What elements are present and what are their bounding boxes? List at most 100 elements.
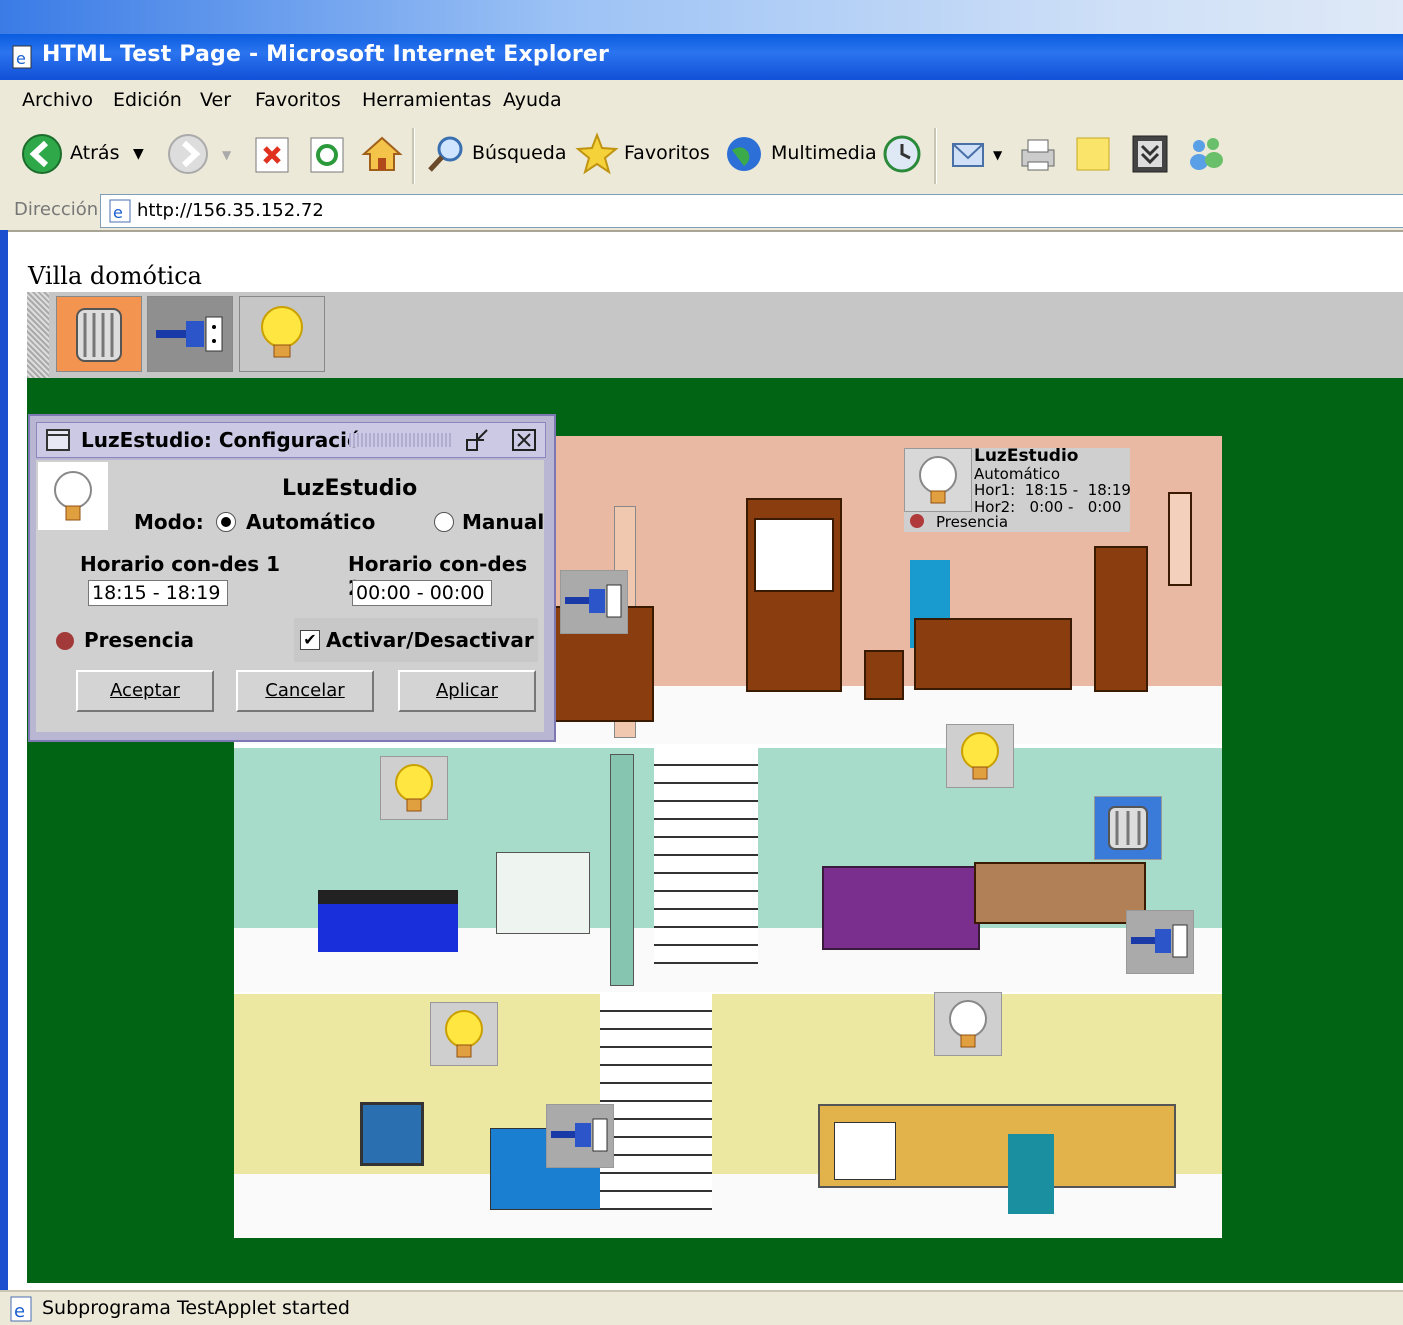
schedule1-field[interactable]: 18:15 - 18:19 bbox=[88, 580, 228, 606]
presence-indicator-icon bbox=[56, 632, 74, 650]
wall-divider bbox=[610, 754, 634, 986]
presence-indicator-icon bbox=[910, 514, 924, 528]
lightbulb-off-icon bbox=[919, 456, 957, 504]
media-button-label[interactable]: Multimedia bbox=[771, 142, 877, 164]
address-label: Dirección bbox=[14, 199, 99, 220]
file-cabinet bbox=[1094, 546, 1148, 692]
lightbulb-icon bbox=[961, 732, 999, 780]
forward-arrow-icon[interactable] bbox=[166, 132, 210, 176]
back-button-label[interactable]: Atrás bbox=[70, 142, 119, 164]
messenger-icon[interactable] bbox=[1185, 132, 1229, 176]
bath-light-device[interactable] bbox=[380, 756, 448, 820]
activate-label[interactable]: Activar/Desactivar bbox=[326, 628, 534, 652]
restore-icon[interactable] bbox=[465, 428, 491, 452]
menu-herramientas[interactable]: Herramientas bbox=[362, 89, 491, 111]
bin bbox=[864, 650, 904, 700]
window-titlebar: e HTML Test Page - Microsoft Internet Ex… bbox=[0, 34, 1403, 80]
mode-manual-label[interactable]: Manual bbox=[462, 510, 544, 534]
forward-dropdown-icon: ▼ bbox=[222, 148, 232, 162]
edit-note-icon[interactable] bbox=[1072, 132, 1116, 176]
washing-machine bbox=[834, 1122, 896, 1180]
dialog-device-name: LuzEstudio bbox=[282, 476, 418, 501]
menu-ver[interactable]: Ver bbox=[200, 89, 231, 111]
light-tool-button[interactable] bbox=[239, 296, 325, 372]
dresser bbox=[974, 862, 1146, 924]
dialog-title: LuzEstudio: Configuración bbox=[81, 428, 375, 452]
home-icon[interactable] bbox=[360, 132, 404, 176]
back-dropdown-icon[interactable]: ▼ bbox=[133, 146, 144, 162]
kitchen-chair bbox=[1008, 1134, 1054, 1214]
studio-light-device[interactable] bbox=[904, 448, 972, 512]
favorites-star-icon[interactable] bbox=[575, 132, 619, 176]
discuss-icon[interactable] bbox=[1128, 132, 1172, 176]
info-presence: Presencia bbox=[936, 513, 1009, 531]
refresh-icon[interactable] bbox=[305, 132, 349, 176]
lightbulb-off-icon bbox=[54, 471, 92, 521]
radiator-icon bbox=[1108, 806, 1148, 850]
kitchen-light-device[interactable] bbox=[934, 992, 1002, 1056]
toolbar-separator bbox=[934, 128, 937, 184]
schedule1-label: Horario con-des 1 bbox=[80, 552, 281, 576]
plug-icon bbox=[551, 1118, 608, 1152]
window-border bbox=[0, 230, 8, 1290]
bedroom-plug-device[interactable] bbox=[1126, 910, 1194, 974]
dialog-titlebar[interactable]: LuzEstudio: Configuración bbox=[36, 422, 546, 458]
presence-label: Presencia bbox=[84, 628, 194, 652]
living-light-device[interactable] bbox=[430, 1002, 498, 1066]
activate-checkbox[interactable]: ✔ bbox=[300, 630, 320, 650]
toolbar-grip[interactable] bbox=[27, 292, 49, 378]
lightbulb-icon bbox=[395, 764, 433, 812]
window-icon bbox=[46, 429, 70, 451]
lightbulb-icon bbox=[445, 1010, 483, 1058]
bathtub bbox=[318, 890, 458, 952]
menu-favoritos[interactable]: Favoritos bbox=[255, 89, 341, 111]
svg-text:e: e bbox=[14, 1301, 25, 1322]
bedroom-light-device[interactable] bbox=[946, 724, 1014, 788]
print-icon[interactable] bbox=[1016, 132, 1060, 176]
close-icon[interactable] bbox=[511, 428, 537, 452]
television bbox=[360, 1102, 424, 1166]
svg-text:e: e bbox=[113, 203, 123, 222]
floor-middle bbox=[234, 724, 1222, 992]
history-icon[interactable] bbox=[880, 132, 924, 176]
window-title: HTML Test Page - Microsoft Internet Expl… bbox=[42, 42, 610, 67]
radiator-tool-button[interactable] bbox=[56, 296, 142, 372]
stop-icon[interactable] bbox=[250, 132, 294, 176]
config-dialog: LuzEstudio: Configuración LuzEstudio Mod… bbox=[28, 414, 556, 742]
mode-auto-radio[interactable] bbox=[216, 512, 236, 532]
menu-ayuda[interactable]: Ayuda bbox=[503, 89, 562, 111]
floor-bottom bbox=[234, 992, 1222, 1238]
lightbulb-off-icon bbox=[949, 1000, 987, 1048]
search-button-label[interactable]: Búsqueda bbox=[472, 142, 566, 164]
staircase bbox=[600, 994, 712, 1210]
search-icon[interactable] bbox=[424, 132, 468, 176]
mode-label: Modo: bbox=[134, 510, 204, 534]
mode-auto-label[interactable]: Automático bbox=[246, 510, 375, 534]
address-url[interactable]: http://156.35.152.72 bbox=[137, 200, 324, 221]
address-input[interactable]: e http://156.35.152.72 bbox=[100, 194, 1403, 228]
media-globe-icon[interactable] bbox=[722, 132, 766, 176]
toolbar: Atrás ▼ ▼ Búsqueda Favoritos Multimedia … bbox=[0, 120, 1403, 191]
favorites-button-label[interactable]: Favoritos bbox=[624, 142, 710, 164]
back-arrow-icon[interactable] bbox=[20, 132, 64, 176]
schedule2-field[interactable]: 00:00 - 00:00 bbox=[352, 580, 492, 606]
living-plug-device[interactable] bbox=[546, 1104, 614, 1168]
mode-manual-radio[interactable] bbox=[434, 512, 454, 532]
ie-page-icon: e bbox=[10, 1296, 32, 1322]
address-bar: Dirección e http://156.35.152.72 bbox=[0, 190, 1403, 232]
accept-button[interactable]: Aceptar bbox=[76, 670, 214, 712]
apply-button[interactable]: Aplicar bbox=[398, 670, 536, 712]
staircase bbox=[654, 748, 758, 964]
cancel-button[interactable]: Cancelar bbox=[236, 670, 374, 712]
plug-tool-button[interactable] bbox=[147, 296, 233, 372]
toolbar-separator bbox=[412, 128, 415, 184]
applet-toolbar bbox=[27, 292, 1403, 378]
mail-icon[interactable] bbox=[948, 132, 992, 176]
page-title: Villa domótica bbox=[28, 262, 202, 290]
mail-dropdown-icon[interactable]: ▼ bbox=[993, 148, 1002, 162]
menu-edicion[interactable]: Edición bbox=[113, 89, 182, 111]
bedroom-radiator-device[interactable] bbox=[1094, 796, 1162, 860]
plug-icon bbox=[1131, 924, 1188, 958]
studio-plug-device[interactable] bbox=[560, 570, 628, 634]
menu-archivo[interactable]: Archivo bbox=[22, 89, 93, 111]
